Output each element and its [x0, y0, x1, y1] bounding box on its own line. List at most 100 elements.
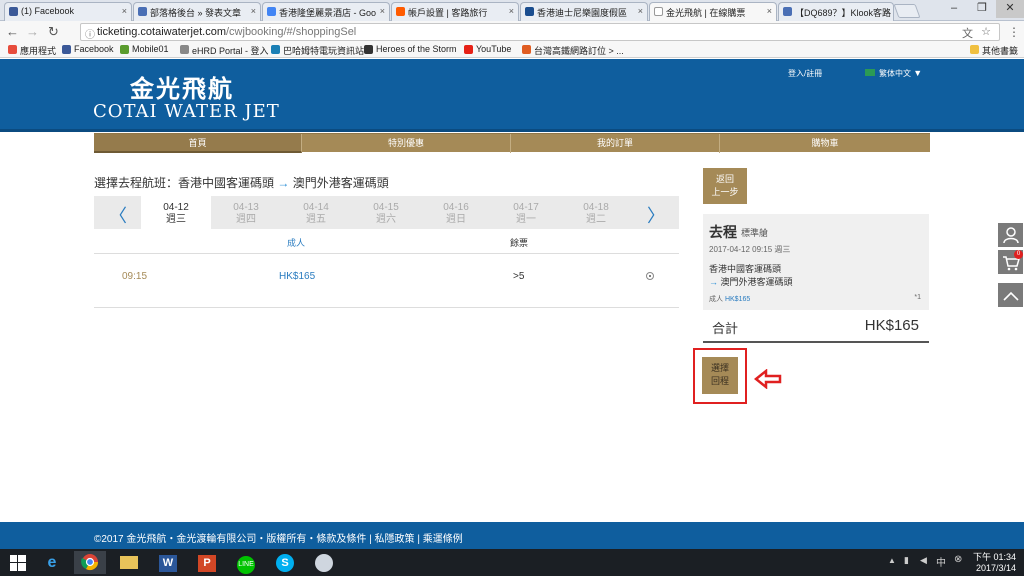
bookmark-thsr[interactable]: 台灣高鐵網路訂位 > ...: [522, 44, 624, 57]
ime-icon[interactable]: 中: [936, 554, 946, 569]
date-tab[interactable]: 04-18 週二: [561, 196, 631, 229]
folder-icon: [970, 45, 979, 54]
bookmark-mobile01[interactable]: Mobile01: [120, 44, 169, 54]
total-value: HK$165: [864, 317, 919, 334]
tray-chevron-icon[interactable]: ▲: [888, 556, 896, 565]
tab-google[interactable]: 香港隆堡麗景酒店 - Goo ×: [262, 2, 390, 21]
chevron-right-icon[interactable]: 〉: [646, 202, 666, 228]
windows-start-icon[interactable]: [2, 551, 34, 574]
nav-offers[interactable]: 特別優惠: [302, 134, 511, 153]
nav-cart[interactable]: 購物車: [720, 134, 930, 153]
pax-qty: *1: [914, 294, 921, 301]
date-tab[interactable]: 04-14 週五: [281, 196, 351, 229]
line-icon[interactable]: LINE: [230, 551, 262, 574]
tab-blog[interactable]: 部落格後台 » 發表文章 ×: [133, 2, 261, 21]
bookmarks-bar: 應用程式 Facebook Mobile01 eHRD Portal - 登入 …: [0, 43, 1024, 58]
skype-icon[interactable]: S: [269, 551, 301, 574]
cart-badge: 0: [1014, 250, 1023, 259]
close-icon[interactable]: ×: [251, 6, 256, 16]
fare-price: HK$165: [279, 271, 316, 282]
google-icon: [267, 7, 276, 16]
site-footer: ©2017 金光飛航・金光渡輪有限公司・版權所有・條款及條件 | 私隱政策 | …: [0, 522, 1024, 549]
bookmark-other[interactable]: 其他書籤: [970, 44, 1018, 57]
class-label: 標準艙: [741, 228, 769, 238]
address-bar-row: ← → ↻ ⓘ ticketing.cotaiwaterjet.com/cwjb…: [0, 21, 1024, 43]
cart-icon[interactable]: 0: [997, 249, 1024, 275]
back-icon[interactable]: ←: [6, 24, 19, 40]
bookmark-facebook[interactable]: Facebook: [62, 44, 114, 54]
nav-my-orders[interactable]: 我的訂單: [511, 134, 720, 153]
klook-icon: [396, 7, 405, 16]
tab-disney[interactable]: 香港迪士尼樂園度假區 ×: [520, 2, 648, 21]
divider: [94, 307, 679, 308]
language-select[interactable]: 繁体中文 ▼: [879, 68, 922, 79]
maximize-button[interactable]: ❐: [968, 0, 996, 18]
bookmark-apps[interactable]: 應用程式: [8, 44, 56, 57]
bookmark-youtube[interactable]: YouTube: [464, 44, 511, 54]
destination-pier: → 澳門外港客運碼頭: [709, 277, 793, 287]
notification-icon[interactable]: ⊗: [954, 554, 962, 565]
volume-icon[interactable]: ◀: [920, 555, 927, 566]
bookmark-ehrd[interactable]: eHRD Portal - 登入: [180, 44, 269, 57]
word-icon[interactable]: W: [152, 551, 184, 574]
reload-icon[interactable]: ↻: [48, 24, 59, 40]
pax-line: 成人 HK$165: [709, 296, 751, 303]
trip-heading: 選擇去程航班：香港中國客運碼頭 → 澳門外港客運碼頭: [94, 176, 389, 190]
trip-datetime: 2017-04-12 09:15 週三: [709, 245, 791, 254]
logo-chinese[interactable]: 金光飛航: [130, 69, 234, 104]
tab-cotai-active[interactable]: 金光飛航 | 在線購票 ×: [649, 2, 777, 22]
system-clock[interactable]: 下午 01:34 2017/3/14: [973, 552, 1016, 574]
close-icon[interactable]: ×: [767, 6, 772, 16]
tab-klook-account[interactable]: 帳戶設置 | 客路旅行 ×: [391, 2, 519, 21]
close-icon[interactable]: ×: [122, 6, 127, 16]
select-radio[interactable]: [646, 272, 654, 280]
user-icon[interactable]: [997, 222, 1024, 248]
outbound-label: 去程: [709, 224, 737, 240]
select-return-button[interactable]: 選擇 回程: [702, 357, 738, 394]
date-tab[interactable]: 04-13 週四: [211, 196, 281, 229]
internet-explorer-icon[interactable]: e: [36, 551, 68, 574]
minimize-button[interactable]: –: [940, 0, 968, 18]
caret-down-icon: ▼: [913, 68, 923, 78]
column-header-remaining: 餘票: [510, 238, 529, 248]
bookmark-bahamut[interactable]: 巴哈姆特電玩資訊站: [271, 44, 364, 57]
tab-klook-dq[interactable]: 【DQ689？】Klook客路 ×: [778, 2, 894, 21]
login-link[interactable]: 登入/註冊: [788, 68, 822, 79]
close-icon[interactable]: ×: [509, 6, 514, 16]
forward-icon[interactable]: →: [26, 24, 39, 40]
date-tab[interactable]: 04-15 週六: [351, 196, 421, 229]
date-tab[interactable]: 04-17 週一: [491, 196, 561, 229]
date-tab[interactable]: 04-16 週日: [421, 196, 491, 229]
window-close-button[interactable]: ✕: [996, 0, 1024, 18]
star-icon[interactable]: ☆: [981, 25, 991, 38]
disney-icon: [525, 7, 534, 16]
powerpoint-icon[interactable]: P: [191, 551, 223, 574]
total-row: 合計 HK$165: [703, 310, 929, 343]
network-icon[interactable]: ▮: [904, 555, 909, 566]
file-explorer-icon[interactable]: [113, 551, 145, 574]
close-icon[interactable]: ×: [884, 6, 889, 16]
bahamut-icon: [271, 45, 280, 54]
back-button[interactable]: 返回 上一步: [703, 168, 747, 204]
translate-icon[interactable]: ⽂: [962, 25, 973, 41]
nav-home[interactable]: 首頁: [94, 134, 302, 153]
thsr-icon: [522, 45, 531, 54]
chrome-icon[interactable]: [74, 551, 106, 574]
paint-icon[interactable]: [308, 551, 340, 574]
logo-english[interactable]: COTAI WATER JET: [93, 101, 280, 122]
bookmark-heroes[interactable]: Heroes of the Storm: [364, 44, 457, 54]
date-tab-selected[interactable]: 04-12 週三: [141, 196, 211, 229]
origin-pier: 香港中國客運碼頭: [709, 264, 782, 274]
site-header: 金光飛航 COTAI WATER JET 登入/註冊 繁体中文 ▼: [0, 59, 1024, 132]
info-icon[interactable]: ⓘ: [85, 26, 95, 41]
menu-icon[interactable]: ⋮: [1008, 24, 1020, 40]
url-input[interactable]: ⓘ ticketing.cotaiwaterjet.com/cwjbooking…: [80, 23, 1000, 41]
total-label: 合計: [712, 321, 739, 336]
close-icon[interactable]: ×: [380, 6, 385, 16]
new-tab-button[interactable]: [893, 4, 921, 18]
close-icon[interactable]: ×: [638, 6, 643, 16]
chevron-left-icon[interactable]: 〈: [108, 202, 128, 228]
chevron-up-icon[interactable]: [997, 282, 1024, 308]
tab-facebook[interactable]: (1) Facebook ×: [4, 2, 132, 21]
page-icon: [654, 7, 663, 16]
